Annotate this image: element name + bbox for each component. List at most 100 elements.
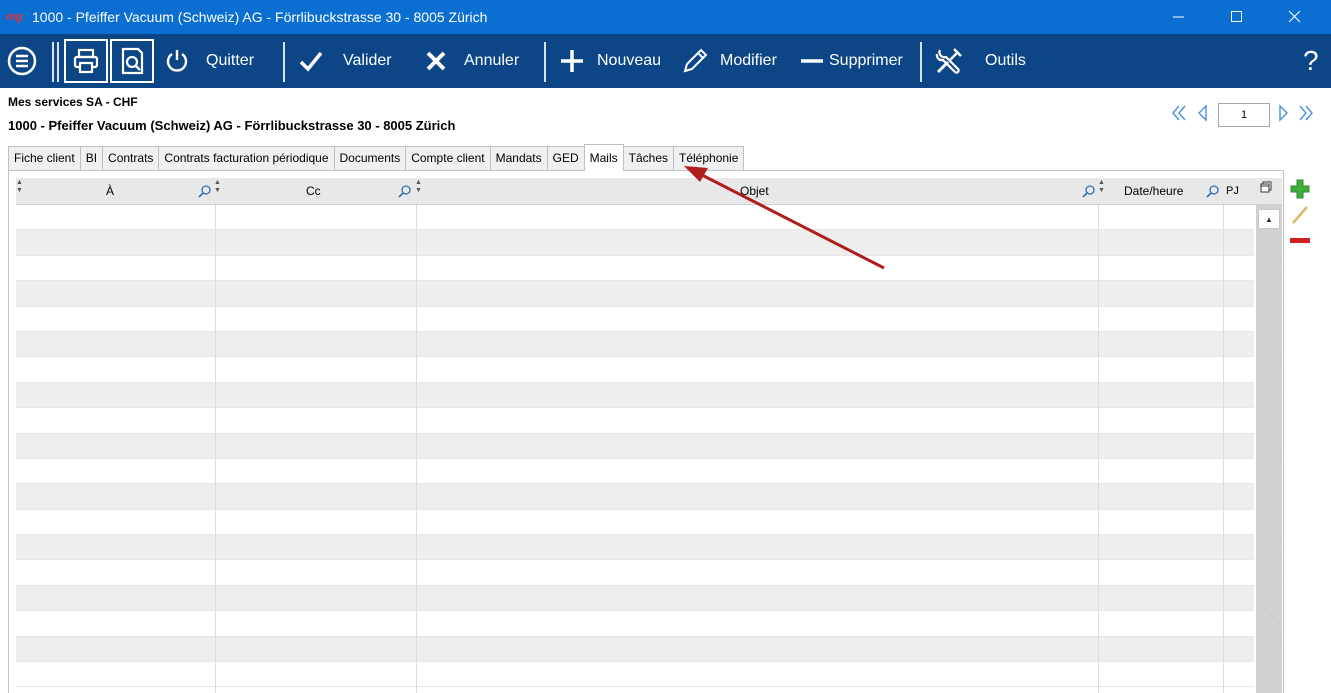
table-row[interactable] [16,611,1254,637]
sort-icon[interactable]: ▲ ▼ [16,179,23,195]
cancel-button[interactable]: Annuler [424,34,519,88]
title-bar: mg 1000 - Pfeiffer Vacuum (Schweiz) AG -… [0,0,1331,34]
delete-button[interactable]: Supprimer [800,34,903,88]
tools-label: Outils [985,52,1026,69]
toolbar-separator [544,42,546,82]
table-row[interactable] [16,510,1254,536]
menu-icon [7,46,37,76]
edit-label: Modifier [720,52,777,69]
close-icon [1289,11,1301,23]
sort-icon[interactable]: ▲ ▼ [415,179,422,195]
table-row[interactable] [16,459,1254,485]
tab-documents[interactable]: Documents [333,146,407,170]
page-number-input[interactable]: 1 [1218,103,1270,127]
print-button[interactable] [64,39,108,83]
minimize-button[interactable] [1150,0,1208,34]
table-row[interactable] [16,408,1254,434]
tab-contrats[interactable]: Contrats [102,146,160,170]
x-icon [426,51,446,71]
column-header-datetime[interactable]: Date/heure [1124,178,1183,205]
close-button[interactable] [1266,0,1324,34]
window-title: 1000 - Pfeiffer Vacuum (Schweiz) AG - Fö… [32,9,488,25]
cancel-label: Annuler [464,52,520,69]
toolbar: Quitter Valider Annuler Nouveau Modifier [0,34,1331,88]
search-icon[interactable] [198,184,212,201]
tab-fiche-client[interactable]: Fiche client [8,146,81,170]
edit-row-button[interactable] [1290,205,1310,228]
toolbar-separator [920,42,922,82]
maximize-button[interactable] [1208,0,1266,34]
help-icon: ? [1303,45,1319,76]
first-page-button[interactable] [1171,104,1187,128]
table-row[interactable] [16,230,1254,256]
tab-ged[interactable]: GED [546,146,585,170]
column-header-to[interactable]: À [106,178,114,205]
table-row[interactable] [16,357,1254,383]
sort-icon[interactable]: ▲ ▼ [214,179,221,195]
grid-body[interactable] [16,205,1254,693]
table-row[interactable] [16,382,1254,409]
previous-page-button[interactable] [1196,104,1208,128]
first-page-icon [1172,105,1186,121]
table-row[interactable] [16,662,1254,688]
search-icon[interactable] [1206,184,1220,201]
column-header-attachments[interactable]: PJ [1226,178,1239,205]
column-chooser-icon[interactable] [1260,181,1272,196]
new-button[interactable]: Nouveau [559,34,661,88]
table-row[interactable] [16,331,1254,358]
tab-mails[interactable]: Mails [583,144,624,171]
scroll-up-button[interactable]: ▲ [1258,209,1280,229]
tab-compte-client[interactable]: Compte client [405,146,491,170]
maximize-icon [1231,11,1242,22]
table-row[interactable] [16,484,1254,510]
table-row[interactable] [16,205,1254,231]
tab-telephonie[interactable]: Téléphonie [673,146,745,170]
power-icon [166,50,188,72]
search-icon[interactable] [398,184,412,201]
table-row[interactable] [16,636,1254,663]
column-header-cc[interactable]: Cc [306,178,321,205]
table-row[interactable] [16,585,1254,612]
minus-icon [801,59,823,63]
add-icon [1290,179,1310,199]
validate-label: Valider [343,52,392,69]
column-header-subject[interactable]: Objet [740,178,769,205]
checkmark-icon [299,51,323,72]
tab-taches[interactable]: Tâches [622,146,675,170]
tools-icon [935,48,962,74]
edit-button[interactable]: Modifier [681,34,777,88]
validate-button[interactable]: Valider [298,34,392,88]
company-label: Mes services SA - CHF [8,95,138,109]
quit-button[interactable]: Quitter [164,34,254,88]
delete-row-button[interactable] [1290,234,1310,248]
table-row[interactable] [16,281,1254,307]
new-label: Nouveau [597,52,662,69]
print-preview-button[interactable] [110,39,154,83]
add-row-button[interactable] [1289,178,1311,203]
menu-button[interactable] [6,34,38,88]
printer-icon [73,48,99,74]
table-row[interactable] [16,560,1254,586]
vertical-scrollbar[interactable]: ▲ [1256,205,1282,693]
print-preview-icon [121,47,144,75]
table-row[interactable] [16,307,1254,332]
table-row[interactable] [16,535,1254,561]
tab-bi[interactable]: BI [79,146,104,170]
column-divider [1098,205,1099,693]
tab-contrats-facturation-periodique[interactable]: Contrats facturation périodique [158,146,335,170]
search-icon[interactable] [1082,184,1096,201]
last-page-button[interactable] [1298,104,1314,128]
quit-label: Quitter [206,52,255,69]
column-divider [215,205,216,693]
edit-pencil-icon [1292,206,1308,224]
sort-icon[interactable]: ▲ ▼ [1098,179,1105,195]
tab-mandats[interactable]: Mandats [489,146,548,170]
table-row[interactable] [16,256,1254,282]
previous-page-icon [1198,104,1207,122]
tools-button[interactable]: Outils [934,34,1026,88]
table-row[interactable] [16,433,1254,459]
app-logo: mg [6,11,23,23]
next-page-button[interactable] [1278,104,1290,128]
delete-label: Supprimer [829,52,903,69]
help-button[interactable]: ? [1303,34,1319,88]
